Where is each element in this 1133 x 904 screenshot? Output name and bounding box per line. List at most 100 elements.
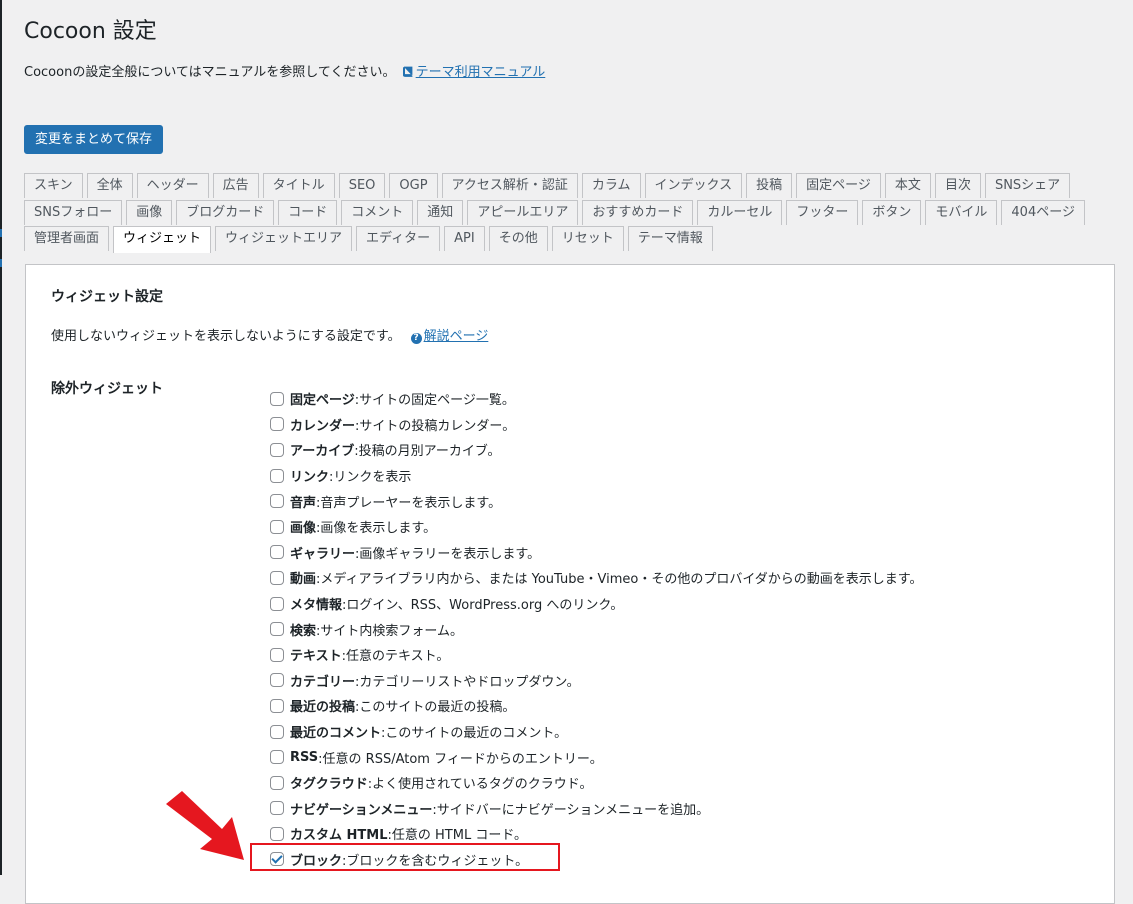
widget-option: アーカイブ:投稿の月別アーカイブ。 <box>270 437 923 463</box>
save-all-button[interactable]: 変更をまとめて保存 <box>24 125 164 154</box>
widget-option-name: 固定ページ <box>290 393 355 409</box>
widget-checkbox[interactable] <box>270 673 284 688</box>
widget-checkbox[interactable] <box>270 826 284 841</box>
tab-1-6[interactable]: SEO <box>338 173 386 198</box>
widget-checkbox[interactable] <box>270 570 284 585</box>
widget-checkbox[interactable] <box>270 775 284 790</box>
tab-1-9[interactable]: カラム <box>581 173 641 198</box>
widget-option-name: リンク <box>290 470 330 486</box>
tab-1-4[interactable]: 広告 <box>212 173 259 198</box>
tab-1-5[interactable]: タイトル <box>262 173 335 198</box>
tab-row-2: SNSフォロー 画像 ブログカード コード コメント 通知 アピールエリア おすすめカード カル… <box>24 200 1085 225</box>
panel-description: 使用しないウィジェットを表示しないようにする設定です。? 解説ページ <box>51 328 488 346</box>
widget-option-description: :任意のテキスト。 <box>341 649 450 665</box>
tab-3-3[interactable]: ウィジェットエリア <box>215 226 353 251</box>
tab-1-13[interactable]: 本文 <box>884 173 931 198</box>
tab-3-1[interactable]: 管理者画面 <box>24 226 110 251</box>
help-icon: ? <box>410 333 422 344</box>
widget-option-name: 動画 <box>290 572 317 588</box>
widget-option: 最近の投稿:このサイトの最近の投稿。 <box>270 693 923 719</box>
tab-1-11[interactable]: 投稿 <box>746 173 793 198</box>
widget-option-description: :音声プレーヤーを表示します。 <box>316 495 502 511</box>
widget-option-description: :ブロックを含むウィジェット。 <box>342 853 529 869</box>
widget-checkbox[interactable] <box>270 852 284 867</box>
widget-option-name: ナビゲーションメニュー <box>290 802 433 818</box>
widget-option-description: :任意の HTML コード。 <box>387 828 528 844</box>
tab-3-6[interactable]: その他 <box>488 226 548 251</box>
widget-option: カスタム HTML:任意の HTML コード。 <box>270 821 923 847</box>
widget-option-description: :メディアライブラリ内から、または YouTube・Vimeo・その他のプロバイ… <box>316 572 923 588</box>
panel-title: ウィジェット設定 <box>51 289 163 305</box>
tab-3-5[interactable]: API <box>444 226 485 251</box>
widget-option-description: :このサイトの最近のコメント。 <box>381 726 568 742</box>
tab-2-9[interactable]: カルーセル <box>697 200 783 225</box>
tab-1-2[interactable]: 全体 <box>86 173 133 198</box>
tab-2-11[interactable]: ボタン <box>862 200 922 225</box>
tab-3-8[interactable]: テーマ情報 <box>627 226 713 251</box>
widget-checkbox[interactable] <box>270 468 284 483</box>
widget-option: ナビゲーションメニュー:サイドバーにナビゲーションメニューを追加。 <box>270 796 923 822</box>
tab-2-4[interactable]: コード <box>278 200 338 225</box>
widget-option-name: 最近のコメント <box>290 726 382 742</box>
widget-option: カテゴリー:カテゴリーリストやドロップダウン。 <box>270 668 923 694</box>
widget-option: タグクラウド:よく使用されているタグのクラウド。 <box>270 770 923 796</box>
widget-option: RSS:任意の RSS/Atom フィードからのエントリー。 <box>270 744 923 770</box>
tab-3-2[interactable]: ウィジェット <box>113 226 212 253</box>
tab-1-12[interactable]: 固定ページ <box>796 173 881 198</box>
tab-3-4[interactable]: エディター <box>356 226 441 251</box>
tab-1-3[interactable]: ヘッダー <box>136 173 209 198</box>
tab-1-14[interactable]: 目次 <box>934 173 981 198</box>
admin-sidebar-edge <box>0 0 2 875</box>
tab-1-8[interactable]: アクセス解析・認証 <box>441 173 578 198</box>
widget-option-description: :サイトの投稿カレンダー。 <box>355 418 516 434</box>
tab-2-3[interactable]: ブログカード <box>176 200 275 225</box>
tab-2-5[interactable]: コメント <box>341 200 414 225</box>
tab-1-7[interactable]: OGP <box>389 173 438 198</box>
widget-option-description: :ログイン、RSS、WordPress.org へのリンク。 <box>342 598 624 614</box>
widget-checkbox[interactable] <box>270 698 284 713</box>
tab-2-2[interactable]: 画像 <box>126 200 173 225</box>
widget-option-name: 最近の投稿 <box>290 700 356 716</box>
widget-checkbox[interactable] <box>270 442 284 457</box>
manual-link[interactable]: テーマ利用マニュアル <box>416 65 546 80</box>
widget-checkbox[interactable] <box>270 519 284 534</box>
widget-checkbox[interactable] <box>270 647 284 662</box>
widget-checkbox[interactable] <box>270 417 284 432</box>
widget-option-description: :サイドバーにナビゲーションメニューを追加。 <box>432 802 710 818</box>
widget-option-description: :このサイトの最近の投稿。 <box>355 700 516 716</box>
book-icon <box>402 66 413 77</box>
red-arrow-annotation <box>166 791 244 860</box>
tab-2-13[interactable]: 404ページ <box>1001 200 1085 225</box>
tab-2-7[interactable]: アピールエリア <box>467 200 579 225</box>
tab-3-7[interactable]: リセット <box>551 226 624 251</box>
widget-checkbox[interactable] <box>270 494 284 509</box>
widget-checkbox[interactable] <box>270 750 284 765</box>
widget-option: ブロック:ブロックを含むウィジェット。 <box>250 842 923 873</box>
tab-2-8[interactable]: おすすめカード <box>582 200 694 225</box>
tab-1-1[interactable]: スキン <box>24 173 83 198</box>
widget-option-name: 検索 <box>290 623 317 639</box>
help-page-link[interactable]: 解説ページ <box>424 329 489 344</box>
tab-1-15[interactable]: SNSシェア <box>984 173 1071 198</box>
widget-option-name: メタ情報 <box>290 598 343 614</box>
tab-2-6[interactable]: 通知 <box>417 200 464 225</box>
widget-option-description: :画像ギャラリーを表示します。 <box>355 546 541 562</box>
widget-option-description: :投稿の月別アーカイブ。 <box>354 444 501 460</box>
page-title: Cocoon 設定 <box>24 19 157 44</box>
widget-checkbox[interactable] <box>270 391 284 406</box>
tab-2-1[interactable]: SNSフォロー <box>24 200 123 225</box>
widget-option-name: 音声 <box>290 495 317 511</box>
widget-option: 音声:音声プレーヤーを表示します。 <box>270 488 923 514</box>
tab-2-10[interactable]: フッター <box>786 200 859 225</box>
widget-checkbox[interactable] <box>270 801 284 816</box>
widget-option: リンク:リンクを表示 <box>270 463 923 489</box>
tab-1-10[interactable]: インデックス <box>644 173 743 198</box>
widget-option: 固定ページ:サイトの固定ページ一覧。 <box>270 386 923 412</box>
widget-checkbox[interactable] <box>270 724 284 739</box>
widget-checkbox[interactable] <box>270 596 284 611</box>
widget-checkbox[interactable] <box>270 622 284 637</box>
widget-option: テキスト:任意のテキスト。 <box>270 642 923 668</box>
tab-2-12[interactable]: モバイル <box>925 200 998 225</box>
widget-checkbox[interactable] <box>270 545 284 560</box>
widget-option: 検索:サイト内検索フォーム。 <box>270 616 923 642</box>
